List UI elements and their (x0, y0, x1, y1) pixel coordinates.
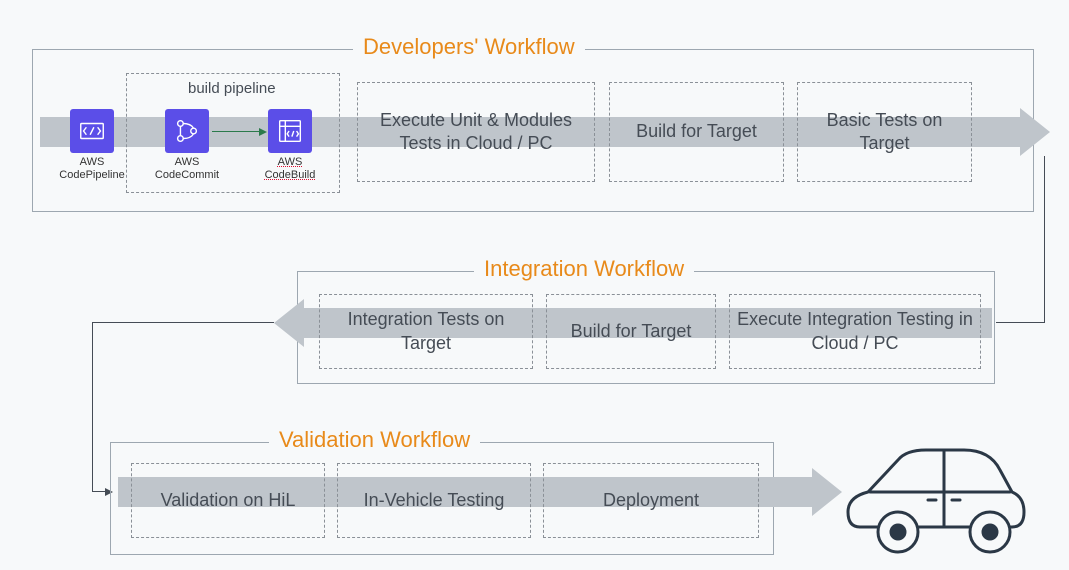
service-arrow (212, 131, 260, 132)
validation-step-hil: Validation on HiL (131, 463, 325, 538)
connector-int-to-val-v (92, 322, 93, 492)
validation-step-vehicle: In-Vehicle Testing (337, 463, 531, 538)
dev-step-build-target: Build for Target (609, 82, 784, 182)
dev-step-unit-tests: Execute Unit & Modules Tests in Cloud / … (357, 82, 595, 182)
aws-codebuild-label: AWS CodeBuild (250, 156, 330, 182)
build-pipeline-label: build pipeline (182, 80, 282, 97)
car-icon (840, 442, 1030, 565)
dev-step-basic-tests: Basic Tests on Target (797, 82, 972, 182)
connector-int-to-val-h1 (92, 322, 274, 323)
aws-codepipeline-label: AWS CodePipeline (52, 156, 132, 182)
integration-workflow-title: Integration Workflow (474, 256, 694, 282)
validation-workflow-title: Validation Workflow (269, 427, 480, 453)
aws-codecommit-icon (165, 109, 209, 153)
integration-step-tests-target: Integration Tests on Target (319, 294, 533, 369)
integration-step-build-target: Build for Target (546, 294, 716, 369)
aws-codepipeline-icon (70, 109, 114, 153)
integration-step-exec-cloud: Execute Integration Testing in Cloud / P… (729, 294, 981, 369)
validation-step-deployment: Deployment (543, 463, 759, 538)
integration-flow-arrow-head (274, 299, 304, 347)
validation-flow-arrow-head (812, 468, 842, 516)
aws-codecommit-label: AWS CodeCommit (147, 156, 227, 182)
developers-workflow-title: Developers' Workflow (353, 34, 585, 60)
connector-dev-to-integration-v (1044, 156, 1045, 323)
connector-dev-to-integration-h (996, 322, 1044, 323)
connector-int-to-val-h2 (92, 491, 106, 492)
aws-codebuild-icon (268, 109, 312, 153)
dev-flow-arrow-head (1020, 108, 1050, 156)
